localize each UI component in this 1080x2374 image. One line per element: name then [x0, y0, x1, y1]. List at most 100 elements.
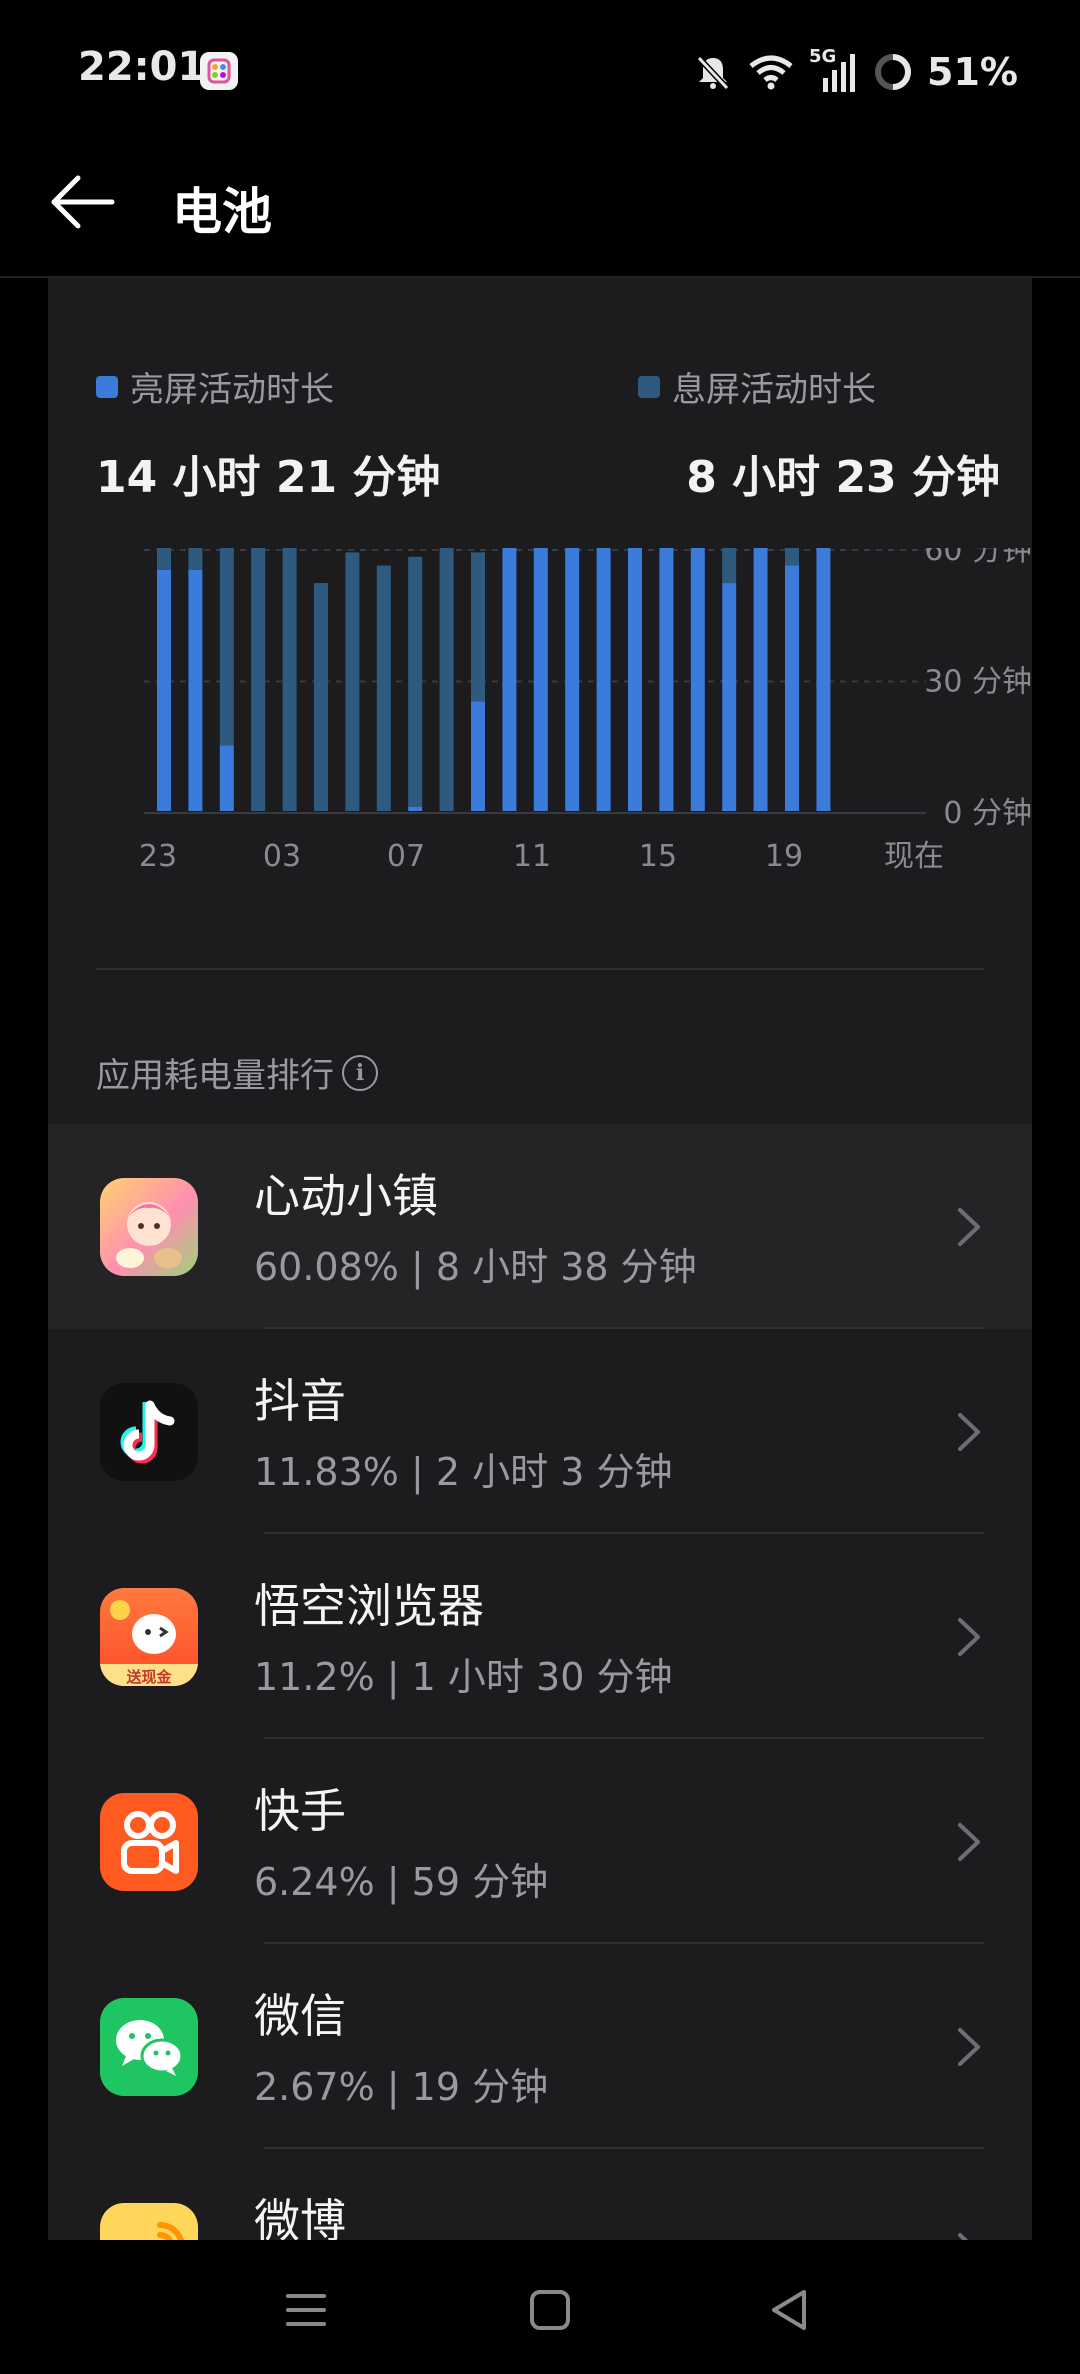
chevron-right-icon [958, 1823, 980, 1861]
screen-off-label: 息屏活动时长 [672, 370, 876, 410]
chart-bar-screen-on [722, 583, 737, 811]
section-divider [96, 968, 984, 970]
usage-chart[interactable]: 23 03 07 11 15 19 现在 60 分钟 30 分钟 0 分钟 [96, 548, 1032, 908]
app-usage-stat: 6.24% | 59 分钟 [254, 1860, 549, 1904]
chart-bar-screen-off [439, 548, 454, 811]
app-name: 快手 [254, 1784, 346, 1838]
chart-x-tick-label: 19 [765, 839, 803, 874]
app-name: 悟空浏览器 [254, 1579, 484, 1633]
chart-bars [157, 548, 831, 811]
xindong-town-icon [100, 1178, 198, 1276]
app-row-douyin[interactable]: 抖音 11.83% | 2 小时 3 分钟 [48, 1329, 1032, 1534]
chart-bar-screen-off [188, 548, 203, 570]
chart-bar-screen-off [408, 556, 423, 807]
chart-x-tick-label: 03 [263, 839, 301, 874]
app-ranking-list: 心动小镇 60.08% | 8 小时 38 分钟 抖音 11.83% | 2 小… [48, 1124, 1032, 2240]
chart-bar-screen-on [565, 548, 580, 811]
status-time: 22:01 [78, 44, 206, 90]
chevron-right-icon [958, 1208, 980, 1246]
ranking-title: 应用耗电量排行 i [96, 1048, 378, 1097]
back-button[interactable] [48, 166, 120, 238]
info-icon[interactable]: i [342, 1054, 378, 1091]
wukong-badge: 送现金 [126, 1668, 172, 1686]
chart-bar-screen-off [314, 583, 328, 811]
app-name: 微信 [254, 1989, 346, 2043]
chart-bar-screen-on [219, 745, 234, 811]
battery-ring-icon [875, 54, 912, 90]
chart-bar-screen-on [816, 548, 831, 811]
app-notification-icon [200, 52, 238, 90]
chart-bar-screen-off [157, 548, 171, 570]
chart-bar-screen-on [753, 548, 768, 811]
chart-x-tick-label: 07 [387, 839, 425, 874]
arrow-left-icon [51, 175, 115, 229]
chart-y-tick-label: 0 分钟 [943, 796, 1032, 831]
weibo-icon [100, 2203, 198, 2240]
chart-bar-screen-off [722, 548, 737, 584]
app-usage-stat: 11.83% | 2 小时 3 分钟 [254, 1450, 673, 1494]
usage-chart-svg: 23 03 07 11 15 19 现在 60 分钟 30 分钟 0 分钟 [139, 548, 1032, 874]
chart-bar-screen-off [251, 548, 266, 811]
chart-y-tick-label: 30 分钟 [924, 665, 1032, 700]
battery-card: 亮屏活动时长 14 小时 21 分钟 息屏活动时长 8 小时 23 分钟 23 0… [48, 278, 1032, 2240]
wifi-icon [749, 55, 793, 90]
chart-bar-screen-on [471, 701, 485, 811]
kuaishou-icon [100, 1793, 198, 1891]
signal-icon: 5G [809, 46, 859, 94]
app-row-weibo[interactable]: 微博 [48, 2149, 1032, 2240]
chart-bar-screen-on [690, 548, 705, 811]
status-bar: 22:01 5G 51% [0, 0, 1080, 140]
app-row-wukong[interactable]: 送现金 悟空浏览器 11.2% | 1 小时 30 分钟 [48, 1534, 1032, 1739]
chart-bar-screen-on [533, 548, 548, 811]
chart-bar-screen-on [659, 548, 674, 811]
menu-icon [286, 2294, 326, 2326]
chart-y-ticks: 60 分钟 30 分钟 0 分钟 [924, 548, 1032, 831]
screen-on-value: 14 小时 21 分钟 [96, 452, 441, 503]
chart-bar-screen-on [157, 569, 171, 811]
chart-bar-screen-off [785, 548, 799, 566]
app-row-wechat[interactable]: 微信 2.67% | 19 分钟 [48, 1944, 1032, 2149]
screen-on-legend: 亮屏活动时长 [96, 362, 440, 411]
battery-screen: 22:01 5G 51% 电池 亮屏活动时长 14 小时 21 分钟 息屏活动时… [0, 0, 1080, 2374]
back-triangle-icon [772, 2290, 806, 2330]
chart-y-tick-label: 60 分钟 [924, 548, 1032, 568]
screen-off-value: 8 小时 23 分钟 [686, 452, 1000, 503]
screen-on-label: 亮屏活动时长 [130, 370, 334, 410]
chart-x-ticks: 23 03 07 11 15 19 现在 [139, 839, 944, 874]
app-row-kuaishou[interactable]: 快手 6.24% | 59 分钟 [48, 1739, 1032, 1944]
app-usage-stat: 11.2% | 1 小时 30 分钟 [254, 1655, 673, 1699]
chart-bar-screen-off [345, 552, 360, 811]
screen-off-legend: 息屏活动时长 [638, 362, 1000, 411]
page-title: 电池 [172, 183, 272, 241]
status-icons: 5G 51% [693, 44, 1018, 100]
app-name: 抖音 [254, 1374, 346, 1428]
chart-bar-screen-on [596, 548, 611, 811]
mute-bell-icon [696, 55, 730, 91]
app-usage-stat: 2.67% | 19 分钟 [254, 2065, 549, 2109]
app-row-xindong[interactable]: 心动小镇 60.08% | 8 小时 38 分钟 [48, 1124, 1032, 1329]
screen-off-legend-swatch [638, 375, 660, 398]
wukong-browser-icon: 送现金 [100, 1588, 198, 1686]
recent-apps-button[interactable] [276, 2280, 336, 2340]
chart-bar-screen-on [188, 569, 203, 811]
chevron-right-icon [958, 2028, 980, 2066]
chevron-right-icon [958, 1413, 980, 1451]
douyin-icon [100, 1383, 198, 1481]
app-name: 微博 [254, 2194, 346, 2240]
chart-bar-screen-on [628, 548, 642, 811]
chevron-right-icon [958, 2233, 969, 2240]
chart-bar-screen-off [471, 552, 485, 702]
chart-bar-screen-off [376, 565, 391, 811]
chevron-right-icon [958, 1618, 980, 1656]
home-icon [530, 2290, 570, 2330]
ranking-title-text: 应用耗电量排行 [96, 1056, 334, 1096]
chart-bar-screen-on [408, 806, 423, 811]
screen-on-legend-swatch [96, 375, 118, 398]
chart-bar-screen-off [219, 548, 234, 746]
system-nav-bar [0, 2240, 1080, 2374]
chart-bar-screen-on [502, 548, 517, 811]
chart-bar-screen-on [785, 565, 799, 811]
home-button[interactable] [520, 2280, 580, 2340]
nav-back-button[interactable] [760, 2280, 820, 2340]
chart-x-tick-label: 23 [139, 839, 177, 874]
